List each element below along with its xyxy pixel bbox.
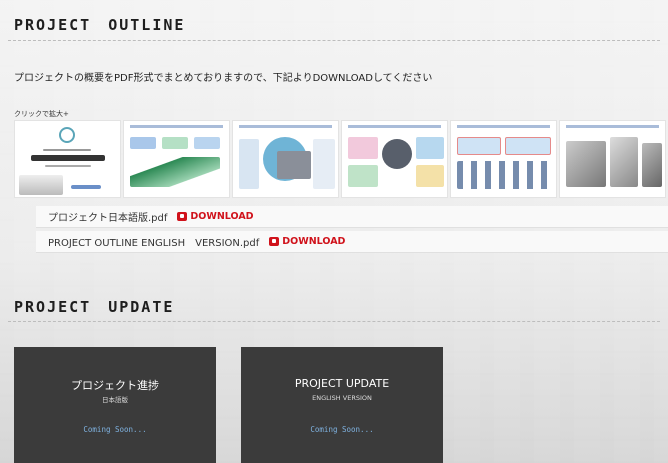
download-filename-japanese: プロジェクト日本語版.pdf	[48, 213, 168, 224]
download-filename-english: PROJECT OUTLINE ENGLISH VERSION.pdf	[48, 238, 260, 249]
download-icon	[177, 212, 188, 221]
update-card-japanese[interactable]: プロジェクト進捗 日本語版 Coming Soon...	[14, 347, 216, 463]
pdf-page-thumbnail-5[interactable]	[450, 120, 557, 198]
update-card-english[interactable]: PROJECT UPDATE ENGLISH VERSION Coming So…	[241, 347, 443, 463]
pdf-page-thumbnail-4[interactable]	[341, 120, 448, 198]
outline-divider	[8, 40, 660, 41]
download-link-english[interactable]: DOWNLOAD	[269, 236, 345, 247]
pdf-thumbnail-strip	[14, 120, 668, 198]
page: PROJECT OUTLINE プロジェクトの概要をPDF形式でまとめております…	[0, 0, 668, 463]
update-card-title: プロジェクト進捗	[71, 379, 159, 392]
download-row-english: PROJECT OUTLINE ENGLISH VERSION.pdf DOWN…	[36, 231, 668, 253]
update-card-title: PROJECT UPDATE	[294, 377, 390, 390]
download-icon	[269, 237, 280, 246]
coming-soon-label: Coming Soon...	[83, 425, 147, 434]
download-link-label: DOWNLOAD	[282, 236, 346, 247]
download-row-japanese: プロジェクト日本語版.pdf DOWNLOAD	[36, 206, 668, 228]
zoom-hint: クリックで拡大+	[14, 110, 69, 118]
update-card-subtitle: ENGLISH VERSION	[312, 394, 372, 402]
coming-soon-label: Coming Soon...	[310, 425, 374, 434]
outline-section-title: PROJECT OUTLINE	[14, 16, 186, 34]
pdf-page-thumbnail-2[interactable]	[123, 120, 230, 198]
outline-intro-text: プロジェクトの概要をPDF形式でまとめておりますので、下記よりDOWNLOADし…	[14, 73, 433, 84]
pdf-page-thumbnail-6[interactable]	[559, 120, 666, 198]
update-section-title: PROJECT UPDATE	[14, 298, 175, 316]
update-card-subtitle: 日本語版	[102, 396, 128, 404]
update-divider	[8, 321, 660, 322]
pdf-page-thumbnail-1[interactable]	[14, 120, 121, 198]
download-link-japanese[interactable]: DOWNLOAD	[177, 211, 254, 222]
pdf-page-thumbnail-3[interactable]	[232, 120, 339, 198]
download-link-label: DOWNLOAD	[190, 211, 254, 222]
